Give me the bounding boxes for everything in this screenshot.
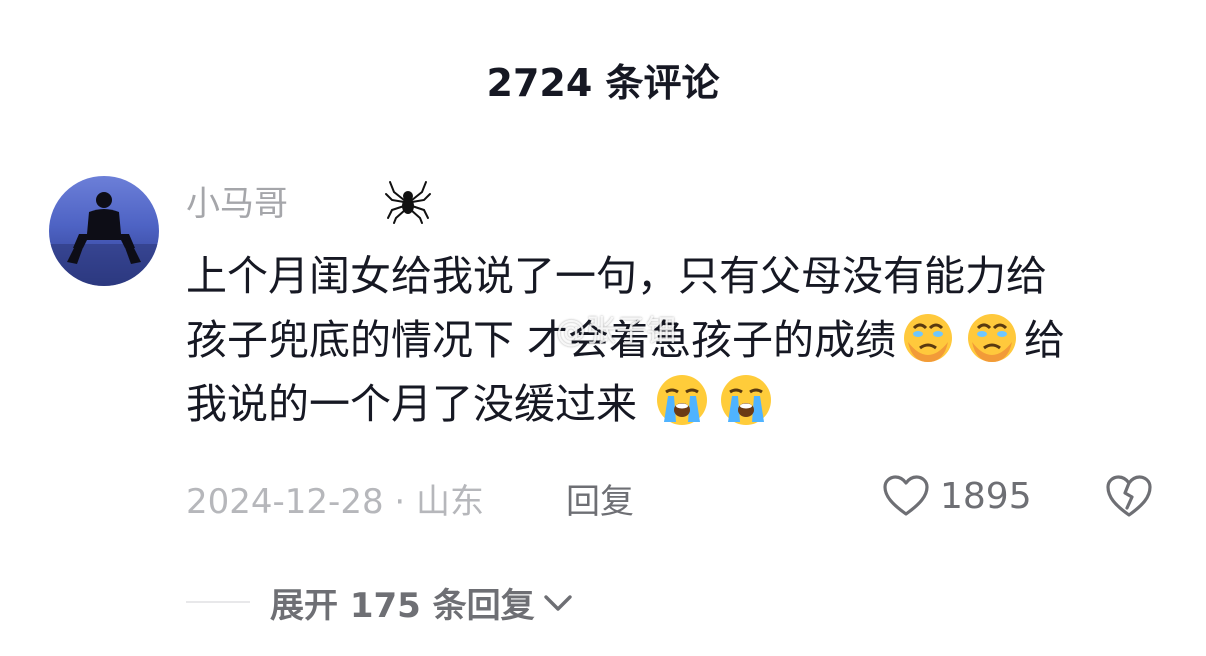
heart-outline-icon xyxy=(883,475,929,516)
comment-line-3-text: 我说的一个月了没缓过来 xyxy=(186,380,651,428)
comment-text: 上个月闺女给我说了一句，只有父母没有能力给 孩子兜底的情况下 才会着急孩子的成绩… xyxy=(186,244,1146,436)
replies-divider xyxy=(186,601,250,603)
broken-heart-icon[interactable] xyxy=(1104,472,1154,520)
loudly-crying-emoji xyxy=(654,372,710,428)
comment-line-2-text: 孩子兜底的情况下 才会着急孩子的成绩 xyxy=(186,316,897,364)
comment-line-2: 孩子兜底的情况下 才会着急孩子的成绩 给 xyxy=(186,308,1146,372)
expand-replies-label: 展开 175 条回复 xyxy=(270,586,535,626)
loudly-crying-emoji-2 xyxy=(718,372,774,428)
comment-line-1: 上个月闺女给我说了一句，只有父母没有能力给 xyxy=(186,252,1047,300)
avatar-image xyxy=(49,192,159,286)
spider-icon xyxy=(384,176,432,224)
like-count: 1895 xyxy=(940,475,1032,517)
avatar[interactable] xyxy=(49,176,159,286)
reply-button[interactable]: 回复 xyxy=(566,474,634,523)
chevron-down-icon xyxy=(543,594,572,611)
comments-count-title: 2724 条评论 xyxy=(486,61,720,105)
crying-face-emoji xyxy=(900,308,956,364)
comment-username[interactable]: 小马哥 xyxy=(186,176,288,225)
expand-replies-button[interactable]: 展开 175 条回复 xyxy=(270,578,575,627)
crying-face-emoji-2 xyxy=(964,308,1020,364)
comment-line-2-tail: 给 xyxy=(1024,316,1066,364)
comment-date-location: 2024-12-28 · 山东 xyxy=(186,482,485,522)
like-button[interactable]: 1895 xyxy=(882,470,1032,522)
comment-line-3: 我说的一个月了没缓过来 xyxy=(186,372,1146,436)
